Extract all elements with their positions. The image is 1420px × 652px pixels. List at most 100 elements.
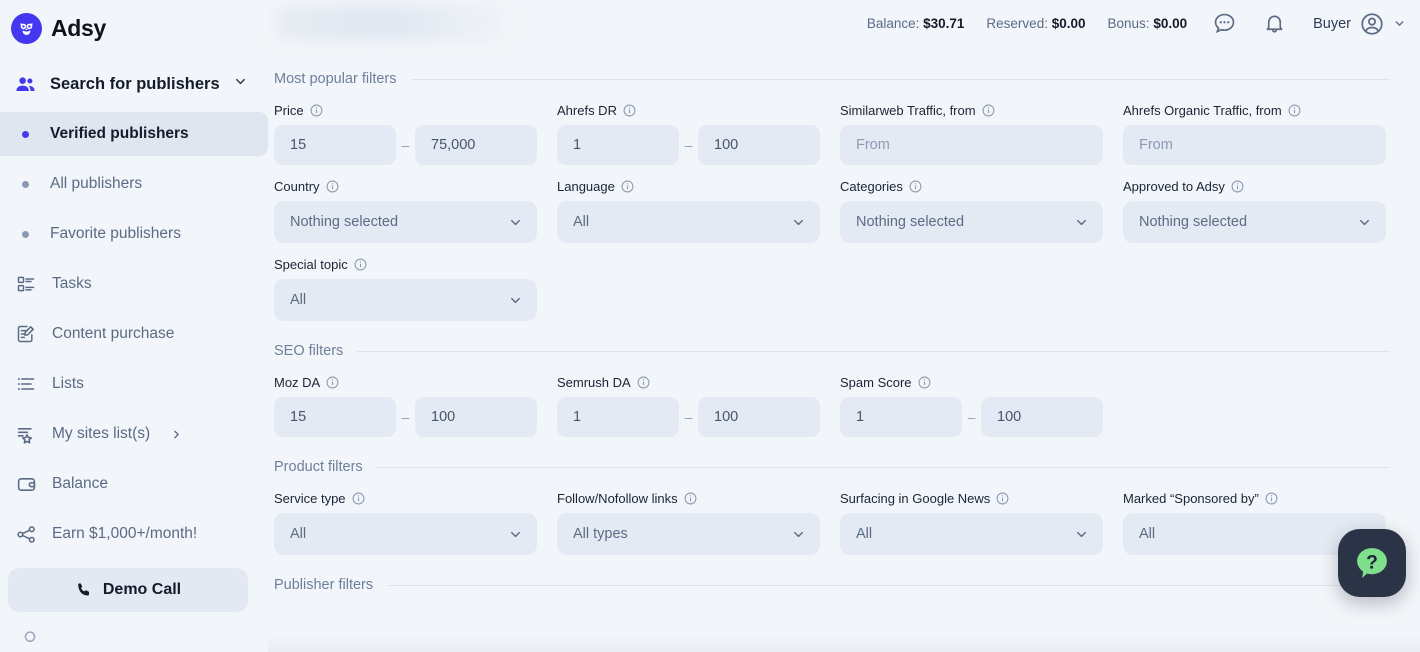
filter-label: Spam Score xyxy=(840,375,912,390)
filter-label: Ahrefs DR xyxy=(557,103,617,118)
semrush-da-from-input[interactable]: 1 xyxy=(557,397,679,437)
sidebar-item-tasks[interactable]: Tasks xyxy=(0,262,268,306)
filter-label: Follow/Nofollow links xyxy=(557,491,678,506)
sidebar-item-content-purchase[interactable]: Content purchase xyxy=(0,312,268,356)
moz-da-to-input[interactable]: 100 xyxy=(415,397,537,437)
categories-value: Nothing selected xyxy=(856,214,965,230)
info-icon[interactable] xyxy=(684,492,697,505)
moz-da-from-input[interactable]: 15 xyxy=(274,397,396,437)
balance-value: $30.71 xyxy=(923,16,965,31)
info-icon[interactable] xyxy=(1265,492,1278,505)
google-news-select[interactable]: All xyxy=(840,513,1103,555)
sidebar-item-my-sites-lists[interactable]: My sites list(s) xyxy=(0,412,268,456)
filter-label: Surfacing in Google News xyxy=(840,491,991,506)
special-topic-select[interactable]: All xyxy=(274,279,537,321)
info-icon[interactable] xyxy=(996,492,1009,505)
filter-label: Country xyxy=(274,179,320,194)
filter-row-2: Country Nothing selected Language All Ca… xyxy=(274,179,1390,243)
sidebar-item-balance[interactable]: Balance xyxy=(0,462,268,506)
filter-label-row: Spam Score xyxy=(840,375,1103,390)
balance-label: Balance: xyxy=(866,16,920,31)
filter-google-news: Surfacing in Google News All xyxy=(840,491,1123,555)
range-inputs: 1 – 100 xyxy=(557,397,820,437)
sidebar-item-earn[interactable]: Earn $1,000+/month! xyxy=(0,512,268,556)
price-to-input[interactable]: 75,000 xyxy=(415,125,537,165)
semrush-da-to-input[interactable]: 100 xyxy=(698,397,820,437)
sidebar-item-verified-publishers[interactable]: Verified publishers xyxy=(0,112,268,156)
filter-price: Price 15 – 75,000 xyxy=(274,103,557,165)
info-icon[interactable] xyxy=(310,104,323,117)
info-icon[interactable] xyxy=(621,180,634,193)
info-icon[interactable] xyxy=(1231,180,1244,193)
ahrefs-organic-traffic-input[interactable]: From xyxy=(1123,125,1386,165)
brand-logo-area[interactable]: Adsy xyxy=(0,0,268,47)
filter-label: Categories xyxy=(840,179,903,194)
ahrefs-dr-to-input[interactable]: 100 xyxy=(698,125,820,165)
price-from-input[interactable]: 15 xyxy=(274,125,396,165)
filter-label-row: Country xyxy=(274,179,537,194)
google-news-value: All xyxy=(856,526,873,542)
info-icon[interactable] xyxy=(982,104,995,117)
sidebar-search-publishers[interactable]: Search for publishers xyxy=(0,62,268,106)
spam-score-from-input[interactable]: 1 xyxy=(840,397,962,437)
follow-nofollow-select[interactable]: All types xyxy=(557,513,820,555)
profile-menu[interactable]: Buyer xyxy=(1313,11,1406,37)
info-icon[interactable] xyxy=(918,376,931,389)
approved-to-adsy-select[interactable]: Nothing selected xyxy=(1123,201,1386,243)
filter-row-1: Price 15 – 75,000 Ahrefs DR 1 – 100 Simi… xyxy=(274,103,1390,165)
filter-label: Special topic xyxy=(274,257,348,272)
categories-select[interactable]: Nothing selected xyxy=(840,201,1103,243)
filter-label-row: Language xyxy=(557,179,820,194)
range-dash: – xyxy=(684,409,693,425)
chat-icon[interactable] xyxy=(1207,7,1241,41)
info-icon[interactable] xyxy=(637,376,650,389)
filter-approved-to-adsy: Approved to Adsy Nothing selected xyxy=(1123,179,1390,243)
ahrefs-dr-from-input[interactable]: 1 xyxy=(557,125,679,165)
bell-icon[interactable] xyxy=(1257,7,1291,41)
sidebar-item-label: Earn $1,000+/month! xyxy=(52,525,198,542)
filter-label-row: Surfacing in Google News xyxy=(840,491,1103,506)
demo-call-button[interactable]: Demo Call xyxy=(8,568,248,612)
sidebar-bottom-icon[interactable] xyxy=(20,628,268,647)
section-header-popular: Most popular filters xyxy=(274,71,1390,87)
sidebar-item-all-publishers[interactable]: All publishers xyxy=(0,162,268,206)
help-widget-button[interactable]: ? xyxy=(1338,529,1406,597)
reserved-label: Reserved: xyxy=(986,16,1048,31)
share-icon xyxy=(14,522,38,546)
dot-icon xyxy=(14,180,36,188)
main-content: Balance: $30.71 Reserved: $0.00 Bonus: $… xyxy=(268,0,1420,652)
info-icon[interactable] xyxy=(354,258,367,271)
filter-language: Language All xyxy=(557,179,840,243)
range-dash: – xyxy=(684,137,693,153)
sidebar-item-favorite-publishers[interactable]: Favorite publishers xyxy=(0,212,268,256)
filter-semrush-da: Semrush DA 1 – 100 xyxy=(557,375,840,437)
sidebar-item-label: Verified publishers xyxy=(50,125,189,142)
list-star-icon xyxy=(14,422,38,446)
section-header-product: Product filters xyxy=(274,459,1390,475)
range-dash: – xyxy=(401,137,410,153)
follow-nofollow-value: All types xyxy=(573,526,628,542)
range-dash: – xyxy=(401,409,410,425)
info-icon[interactable] xyxy=(909,180,922,193)
info-icon[interactable] xyxy=(623,104,636,117)
country-select[interactable]: Nothing selected xyxy=(274,201,537,243)
approved-to-adsy-value: Nothing selected xyxy=(1139,214,1248,230)
top-header-bar: Balance: $30.71 Reserved: $0.00 Bonus: $… xyxy=(268,0,1420,47)
service-type-select[interactable]: All xyxy=(274,513,537,555)
filter-label: Ahrefs Organic Traffic, from xyxy=(1123,103,1282,118)
language-select[interactable]: All xyxy=(557,201,820,243)
info-icon[interactable] xyxy=(352,492,365,505)
filter-label-row: Marked “Sponsored by” xyxy=(1123,491,1390,506)
filter-label-row: Special topic xyxy=(274,257,537,272)
filter-label-row: Price xyxy=(274,103,537,118)
divider xyxy=(357,350,1390,352)
spam-score-to-input[interactable]: 100 xyxy=(981,397,1103,437)
chevron-down-icon xyxy=(508,527,523,542)
filter-label: Approved to Adsy xyxy=(1123,179,1225,194)
info-icon[interactable] xyxy=(326,376,339,389)
info-icon[interactable] xyxy=(1288,104,1301,117)
sidebar-item-lists[interactable]: Lists xyxy=(0,362,268,406)
info-icon[interactable] xyxy=(326,180,339,193)
similarweb-traffic-input[interactable]: From xyxy=(840,125,1103,165)
range-inputs: 15 – 100 xyxy=(274,397,537,437)
